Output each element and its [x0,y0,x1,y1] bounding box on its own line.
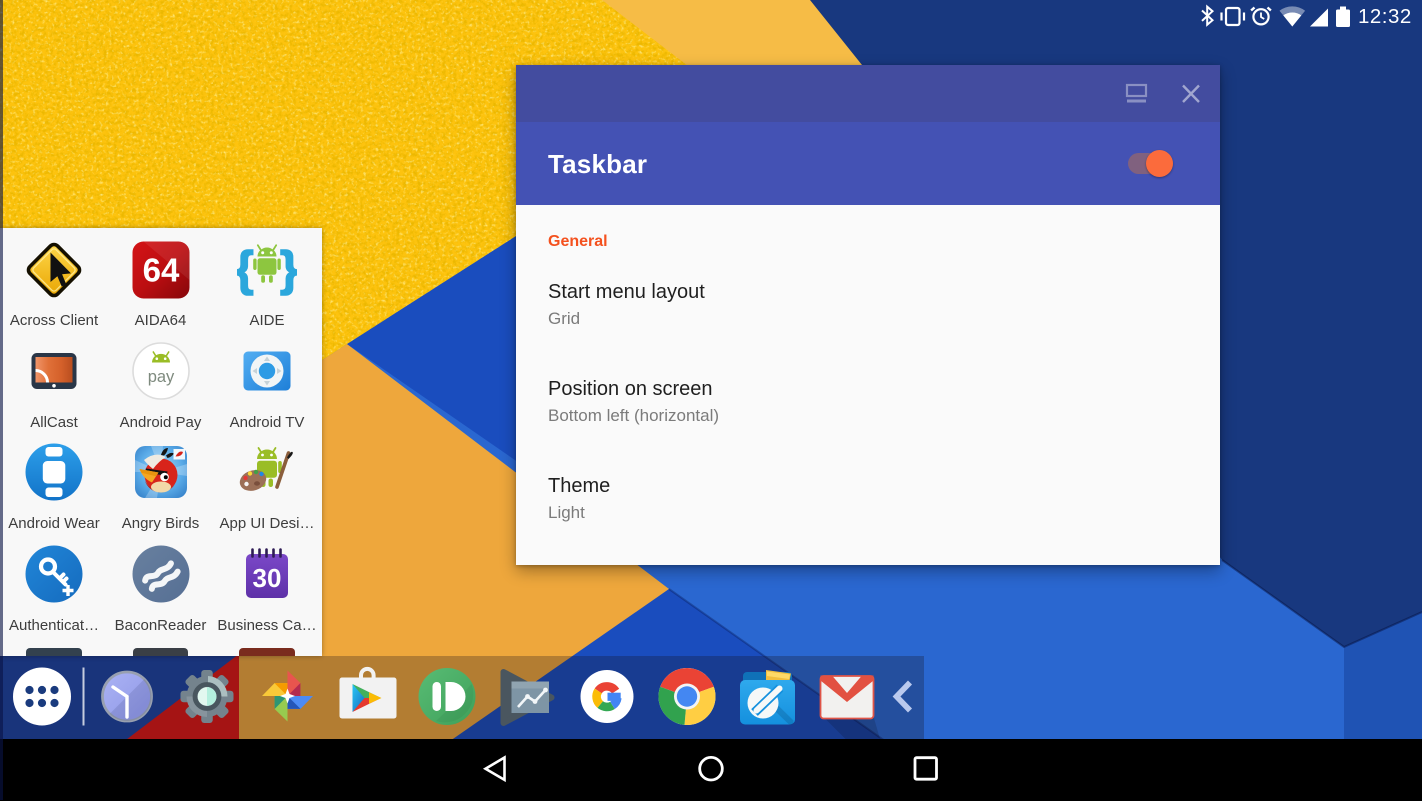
svg-text:pay: pay [147,368,174,386]
svg-text:64: 64 [142,252,179,289]
svg-text:30: 30 [253,563,282,593]
svg-text:{: { [237,243,254,296]
svg-text:}: } [280,243,297,296]
